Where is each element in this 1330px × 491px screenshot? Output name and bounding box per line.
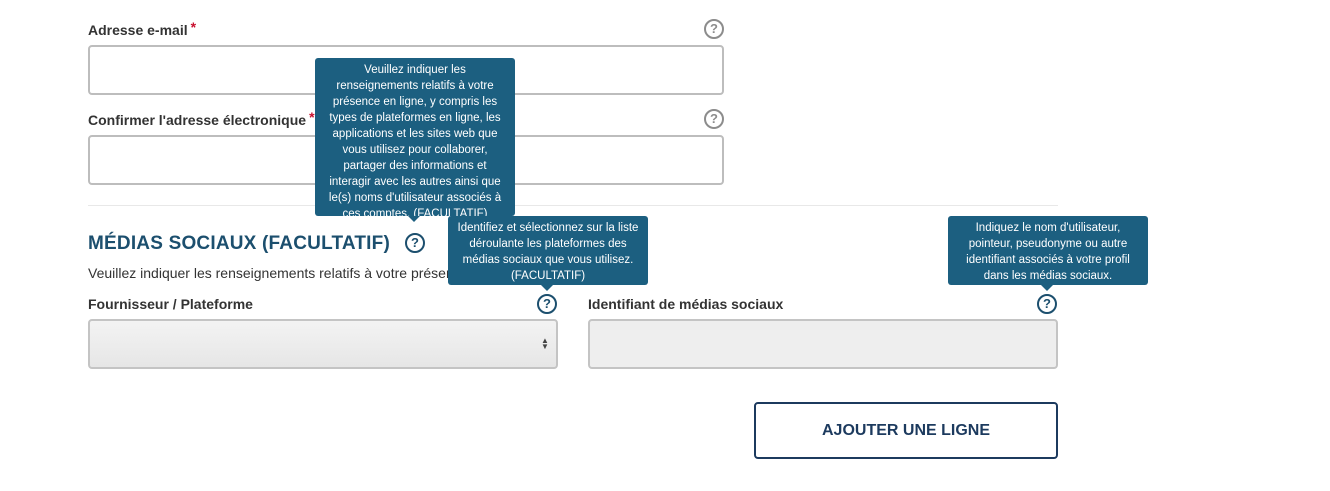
required-marker: * — [190, 19, 197, 35]
email-label-text: Adresse e-mail — [88, 22, 188, 38]
identifier-help-icon[interactable]: ? — [1037, 294, 1057, 314]
email-help-icon[interactable]: ? — [704, 19, 724, 39]
tooltip-arrow — [541, 285, 553, 291]
identifier-label: Identifiant de médias sociaux — [588, 296, 784, 312]
provider-help-tooltip: Identifiez et sélectionnez sur la liste … — [448, 216, 648, 285]
add-row-button[interactable]: AJOUTER UNE LIGNE — [754, 402, 1058, 459]
social-media-title: MÉDIAS SOCIAUX (FACULTATIF) — [88, 233, 390, 254]
tooltip-arrow — [1041, 285, 1053, 291]
provider-select[interactable]: ▲ ▼ — [88, 319, 558, 369]
tooltip-arrow — [408, 216, 420, 222]
provider-label: Fournisseur / Plateforme — [88, 296, 253, 312]
required-marker: * — [309, 109, 315, 125]
provider-help-icon[interactable]: ? — [537, 294, 557, 314]
email-label: Adresse e-mail * — [88, 19, 197, 38]
section-divider — [88, 205, 1058, 206]
social-media-help-icon[interactable]: ? — [405, 233, 425, 253]
confirm-email-label: Confirmer l'adresse électronique * — [88, 109, 315, 128]
identifier-help-tooltip: Indiquez le nom d'utilisateur, pointeur,… — [948, 216, 1148, 285]
confirm-email-label-text: Confirmer l'adresse électronique — [88, 112, 307, 128]
social-media-description: Veuillez indiquer les renseignements rel… — [88, 265, 489, 281]
identifier-input[interactable] — [588, 319, 1058, 369]
section-help-tooltip: Veuillez indiquer les renseignements rel… — [315, 58, 515, 220]
up-down-arrows-icon: ▲ ▼ — [541, 336, 549, 351]
confirm-email-help-icon[interactable]: ? — [704, 109, 724, 129]
